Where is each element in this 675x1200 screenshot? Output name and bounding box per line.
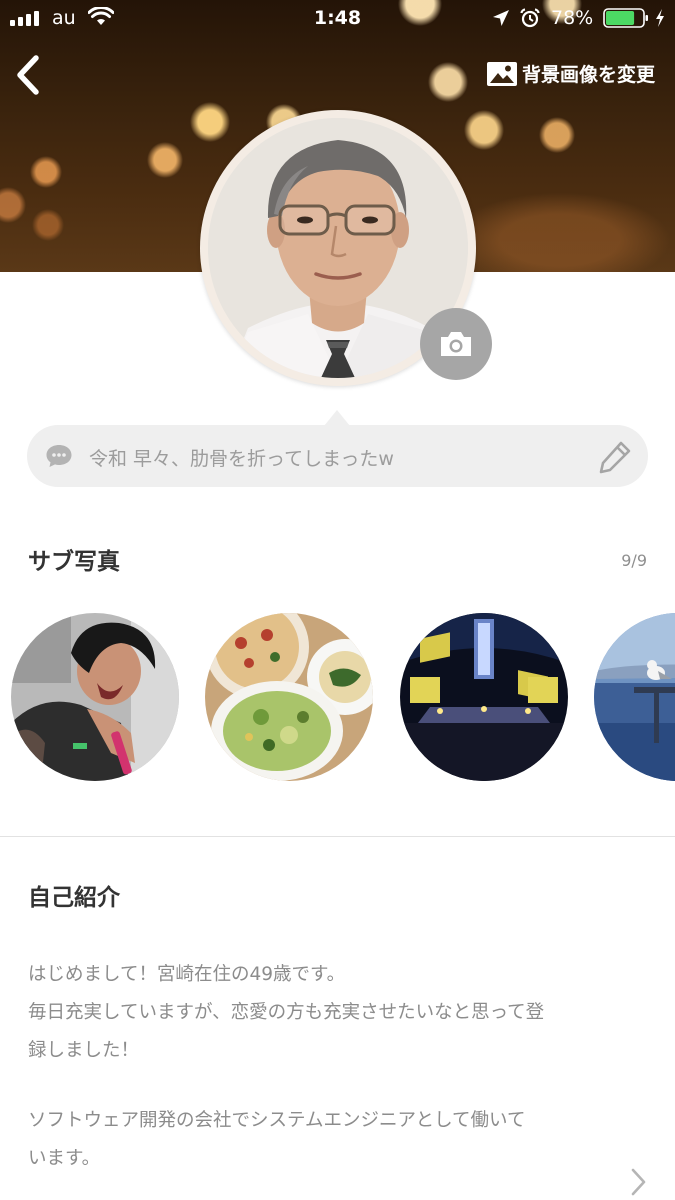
status-message-text: 令和 早々、肋骨を折ってしまったw (89, 448, 394, 470)
sub-photos-title: サブ写真 (28, 549, 120, 575)
change-background-label: 背景画像を変更 (522, 64, 656, 86)
sub-photo-singer[interactable] (11, 613, 179, 781)
charging-bolt-icon (656, 9, 664, 27)
alarm-icon (520, 8, 540, 28)
section-divider (0, 836, 675, 837)
back-button[interactable] (12, 52, 46, 98)
change-background-button[interactable]: 背景画像を変更 (486, 60, 655, 87)
camera-icon (441, 332, 471, 356)
intro-line-2: 毎日充実していますが、恋愛の方も充実させたいなと思って登 (28, 1002, 545, 1023)
pencil-icon[interactable] (597, 439, 633, 475)
bubble-tail (324, 410, 350, 426)
chat-bubble-icon (46, 445, 72, 467)
location-icon (493, 10, 509, 26)
battery-icon (603, 8, 648, 28)
intro-line-3: 録しました！ (28, 1040, 140, 1061)
sub-photo-concert[interactable] (400, 613, 568, 781)
profile-edit-screen: au 1:48 78% 背景画像を変更 令和 早々、肋骨を折ってしまったw サブ… (0, 0, 675, 1200)
intro-line-4: ソフトウェア開発の会社でシステムエンジニアとして働いて (28, 1110, 526, 1131)
status-bar: au 1:48 78% (0, 0, 675, 38)
status-message-field[interactable]: 令和 早々、肋骨を折ってしまったw (27, 425, 648, 487)
intro-title: 自己紹介 (28, 885, 120, 911)
sub-photos-count: 9/9 (621, 551, 647, 570)
battery-percent: 78% (551, 7, 594, 29)
camera-button[interactable] (420, 308, 492, 380)
chevron-right-icon[interactable] (628, 1166, 650, 1198)
intro-line-1: はじめまして！宮崎在住の49歳です。 (28, 964, 346, 985)
sub-photo-food[interactable] (205, 613, 373, 781)
image-icon (487, 61, 517, 86)
sub-photo-seagull[interactable] (594, 613, 675, 781)
intro-line-5: います。 (28, 1148, 101, 1169)
